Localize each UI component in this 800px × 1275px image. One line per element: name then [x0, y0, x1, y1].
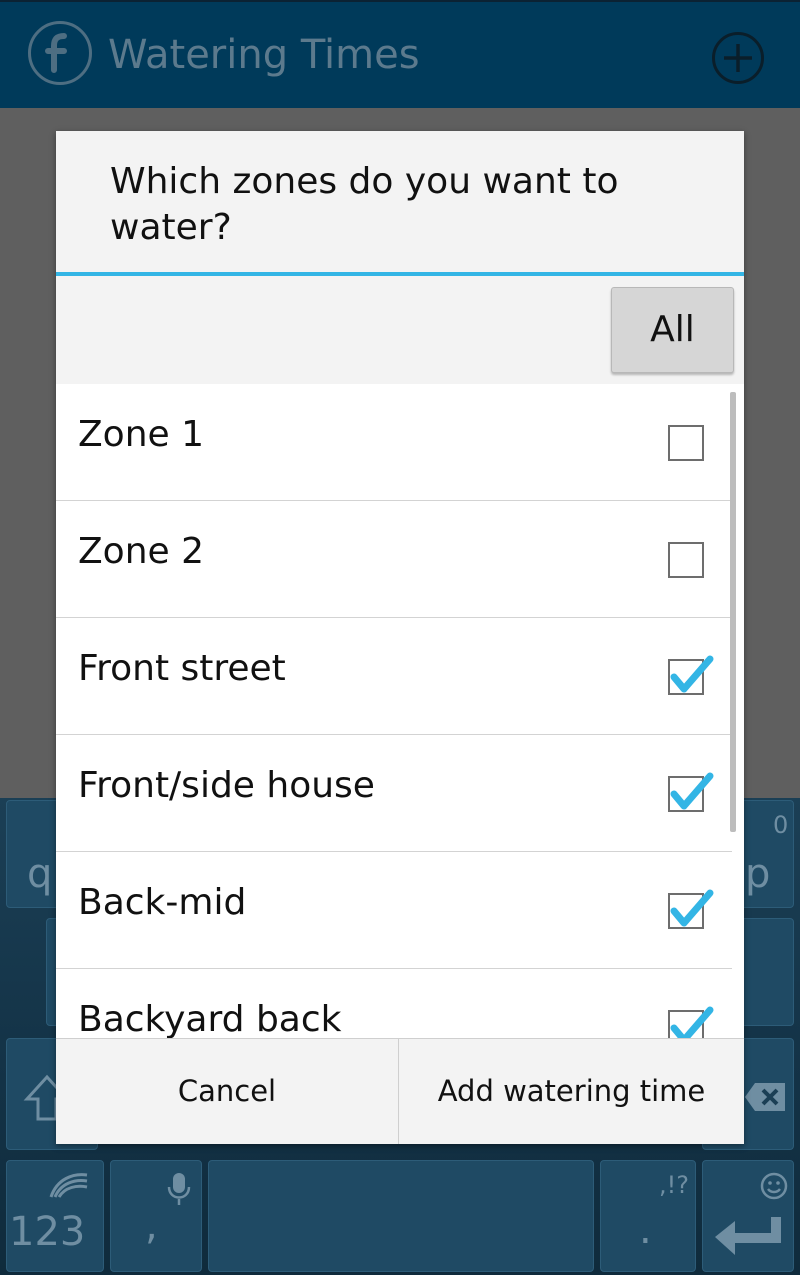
numbers-key[interactable]: 123 [6, 1160, 104, 1272]
plus-circle-icon[interactable] [712, 32, 764, 84]
zone-row[interactable]: Front/side house [56, 735, 732, 852]
zone-checkbox[interactable] [668, 425, 704, 461]
select-all-button[interactable]: All [611, 287, 734, 373]
zones-dialog: Which zones do you want to water? All Zo… [56, 131, 744, 1144]
dialog-button-bar: Cancel Add watering time [56, 1038, 744, 1144]
backspace-icon [745, 1083, 785, 1111]
dialog-toolbar: All [56, 276, 744, 384]
zone-label: Zone 2 [78, 531, 204, 572]
zone-label: Backyard back [78, 999, 342, 1038]
add-watering-time-button[interactable]: Add watering time [399, 1039, 744, 1144]
mic-icon [167, 1173, 191, 1205]
zone-row[interactable]: Zone 2 [56, 501, 732, 618]
zone-row[interactable]: Front street [56, 618, 732, 735]
zone-label: Front street [78, 648, 286, 689]
space-key[interactable] [208, 1160, 594, 1272]
zone-row[interactable]: Back-mid [56, 852, 732, 969]
punct-alt-label: ,!? [659, 1171, 689, 1199]
checkmark-icon [670, 1006, 714, 1038]
comma-key-label: , [145, 1203, 158, 1249]
period-key[interactable]: ,!? . [600, 1160, 696, 1272]
enter-key[interactable] [702, 1160, 794, 1272]
enter-icon [715, 1217, 781, 1255]
key-p-alt-label: 0 [773, 811, 789, 839]
zone-label: Zone 1 [78, 414, 204, 455]
smiley-icon [760, 1172, 788, 1200]
swiftkey-logo-icon [49, 1173, 88, 1198]
numbers-key-label: 123 [9, 1209, 86, 1255]
key-p-label: p [745, 851, 771, 897]
checkmark-icon [670, 889, 714, 927]
dialog-title: Which zones do you want to water? [110, 161, 619, 248]
checkmark-icon [670, 772, 714, 810]
list-scrollbar[interactable] [730, 392, 736, 832]
f-logo-icon [28, 21, 92, 85]
zone-row[interactable]: Zone 1 [56, 384, 732, 501]
app-bar: Watering Times [0, 0, 800, 110]
zones-list[interactable]: Zone 1 Zone 2 Front street Front/side ho… [56, 384, 744, 1038]
zone-checkbox[interactable] [668, 772, 714, 812]
app-title: Watering Times [108, 32, 420, 78]
zone-checkbox[interactable] [668, 655, 714, 695]
zone-label: Front/side house [78, 765, 375, 806]
zone-checkbox[interactable] [668, 889, 714, 929]
comma-key[interactable]: , [110, 1160, 202, 1272]
checkmark-icon [670, 655, 714, 693]
period-key-label: . [639, 1207, 652, 1253]
zone-checkbox[interactable] [668, 1006, 714, 1038]
zone-checkbox[interactable] [668, 542, 704, 578]
cancel-button[interactable]: Cancel [56, 1039, 399, 1144]
zone-label: Back-mid [78, 882, 247, 923]
key-q-label: q [27, 851, 53, 897]
zone-row[interactable]: Backyard back [56, 969, 732, 1038]
